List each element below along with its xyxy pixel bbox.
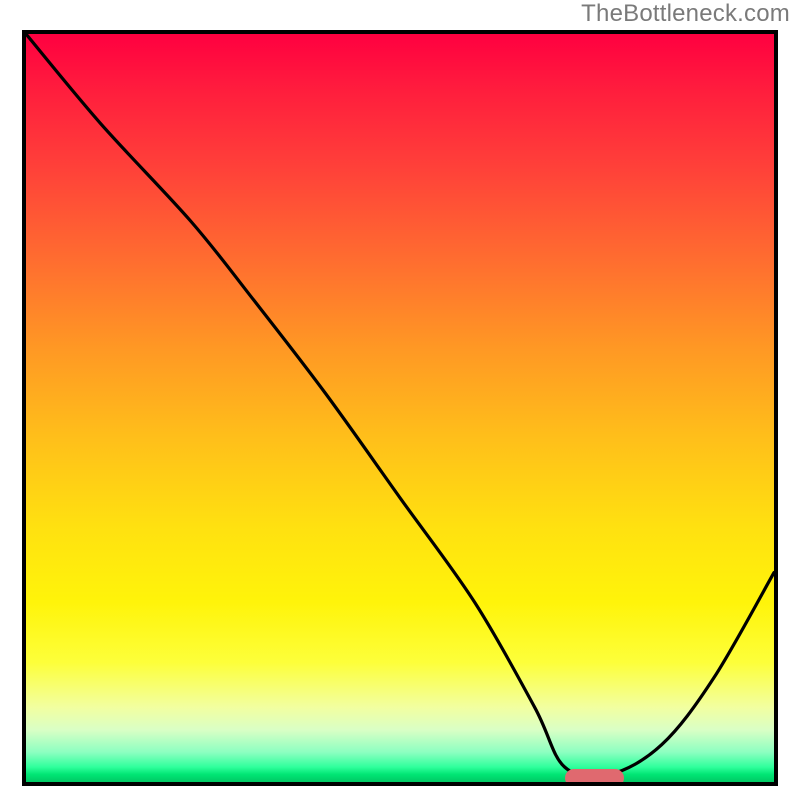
watermark-text: TheBottleneck.com <box>581 0 790 28</box>
curve-path <box>26 34 774 777</box>
chart-stage: TheBottleneck.com <box>0 0 800 800</box>
bottleneck-curve <box>26 34 774 782</box>
optimal-range-marker <box>565 769 625 787</box>
plot-area <box>22 30 778 786</box>
